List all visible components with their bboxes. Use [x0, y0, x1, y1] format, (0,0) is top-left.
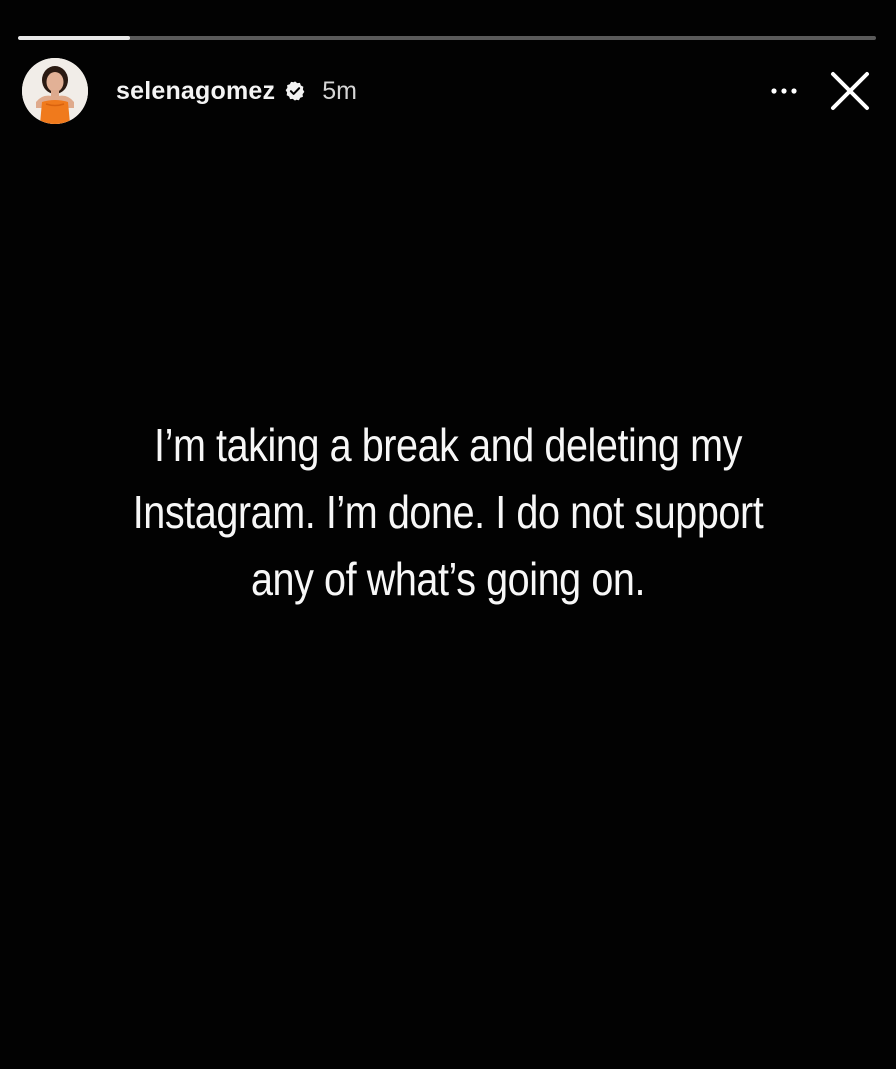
story-text-line: Instagram. I’m done. I do not support — [132, 486, 764, 538]
story-progress-fill — [18, 36, 130, 40]
story-text-line: any of what’s going on. — [250, 553, 646, 605]
story-header: selenagomez 5m — [22, 58, 878, 124]
more-options-button[interactable] — [764, 71, 804, 111]
username-link[interactable]: selenagomez — [116, 77, 275, 106]
story-timestamp: 5m — [322, 76, 357, 105]
story-progress-bar — [18, 36, 876, 40]
verified-badge-icon — [284, 80, 306, 102]
close-button[interactable] — [826, 67, 874, 115]
close-icon — [831, 72, 869, 110]
story-viewer[interactable]: selenagomez 5m I’m taking a break and de… — [0, 0, 896, 1069]
story-text-line: I’m taking a break and deleting my — [154, 419, 742, 471]
more-options-icon — [771, 88, 797, 94]
story-text: I’m taking a break and deleting my Insta… — [104, 412, 792, 613]
avatar[interactable] — [22, 58, 88, 124]
avatar-image — [22, 58, 88, 124]
